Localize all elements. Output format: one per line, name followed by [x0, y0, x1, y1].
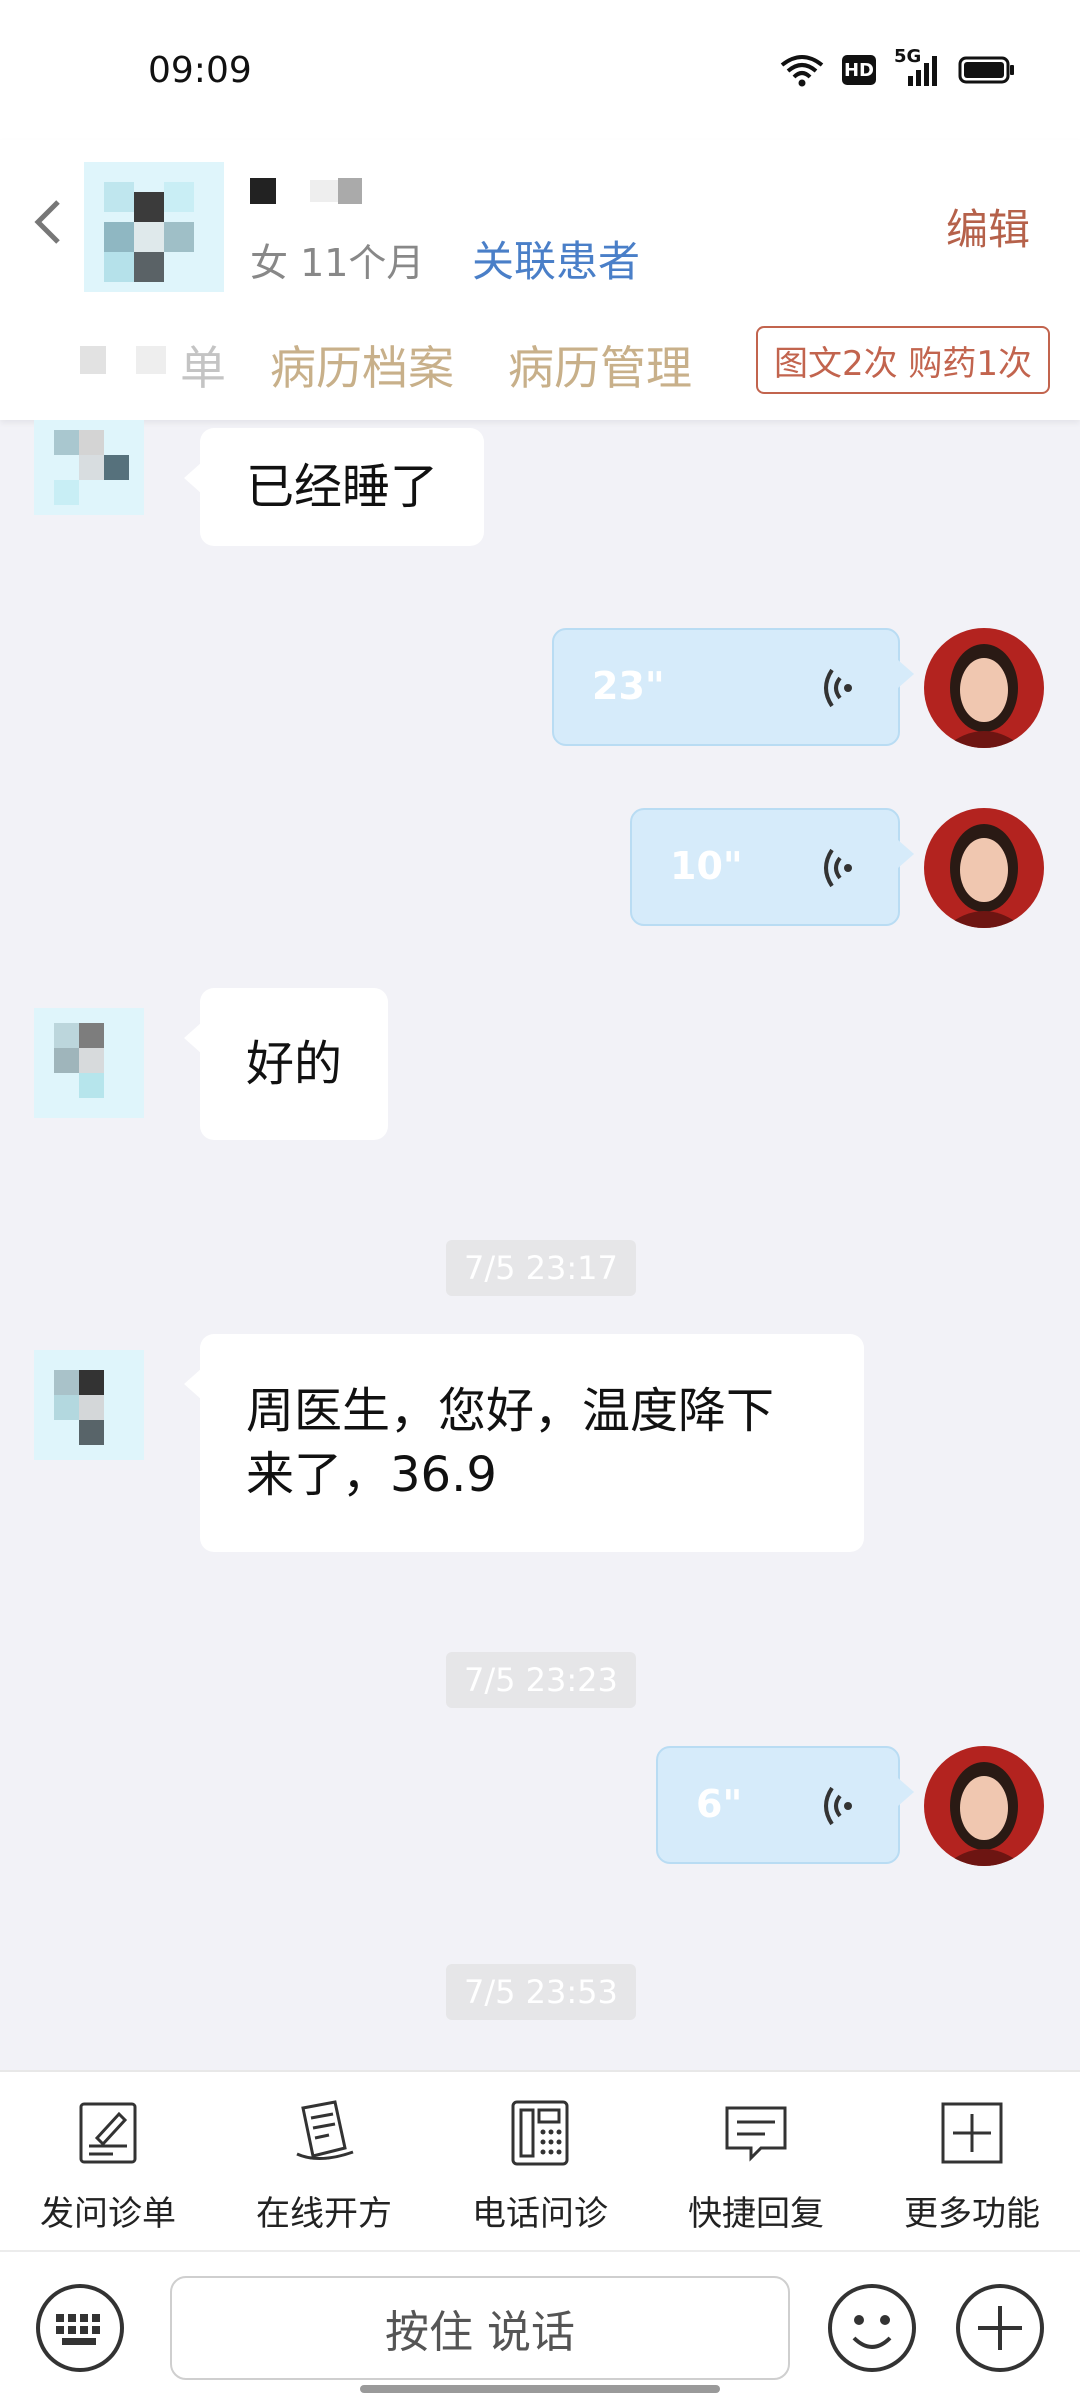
patient-name-redacted	[250, 178, 362, 204]
form-pen-icon	[79, 2102, 137, 2164]
function-toolbar: 发问诊单 在线开方 电话问诊 快捷回复 更多功能	[0, 2070, 1080, 2250]
input-bar: 按住 说话	[0, 2250, 1080, 2400]
doctor-avatar[interactable]	[924, 628, 1044, 748]
status-icons: HD 5G	[780, 46, 1016, 88]
message-bubble[interactable]: 已经睡了	[183, 428, 485, 546]
tool-label: 快捷回复	[688, 2194, 824, 2234]
status-bar: 09:09 HD 5G	[0, 0, 1080, 140]
quota-badge: 图文2次 购药1次	[756, 326, 1050, 394]
doctor-avatar[interactable]	[924, 1746, 1044, 1866]
tab-medical-management[interactable]: 病历管理	[508, 332, 692, 398]
prescription-icon	[296, 2100, 354, 2160]
voice-message-bubble[interactable]: 6"	[656, 1746, 914, 1864]
chat-area[interactable]: 已经睡了 23" 10" 好的 7/5 23:17 周医生，您好，温度降下来了，…	[0, 420, 1080, 2070]
message-bubble[interactable]: 好的	[183, 988, 389, 1140]
chat-header: 女 11个月 关联患者 编辑 单 病历档案 病历管理 图文2次 购药1次	[0, 140, 1080, 420]
voice-duration: 6"	[696, 1782, 743, 1826]
tool-label: 在线开方	[256, 2194, 392, 2234]
plus-circle-icon[interactable]	[954, 2282, 1046, 2374]
voice-duration: 10"	[670, 844, 743, 888]
plus-box-icon	[941, 2102, 1003, 2164]
relate-patient-link[interactable]: 关联患者	[472, 228, 640, 289]
tool-label: 更多功能	[904, 2194, 1040, 2234]
patient-gender-age: 女 11个月	[250, 241, 425, 285]
wifi-icon	[780, 55, 824, 87]
online-prescription-button[interactable]: 在线开方	[224, 2098, 424, 2238]
doctor-avatar[interactable]	[924, 808, 1044, 928]
voice-wave-icon	[824, 668, 852, 708]
hold-to-talk-button[interactable]: 按住 说话	[170, 2276, 790, 2380]
battery-icon	[958, 56, 1014, 84]
back-arrow-icon[interactable]	[28, 192, 68, 252]
patient-message-avatar[interactable]	[24, 998, 154, 1128]
tab-redacted	[80, 346, 166, 374]
timestamp-divider: 7/5 23:23	[446, 1652, 636, 1708]
tool-label: 发问诊单	[40, 2194, 176, 2234]
patient-message-avatar[interactable]	[24, 420, 154, 530]
timestamp-divider: 7/5 23:53	[446, 1964, 636, 2020]
voice-message-bubble[interactable]: 10"	[630, 808, 914, 926]
keyboard-icon[interactable]	[34, 2282, 126, 2374]
send-questionnaire-button[interactable]: 发问诊单	[8, 2098, 208, 2238]
voice-wave-icon	[824, 1786, 852, 1826]
voice-message-bubble[interactable]: 23"	[552, 628, 914, 746]
tab-medical-archive[interactable]: 病历档案	[270, 332, 454, 398]
quick-reply-button[interactable]: 快捷回复	[656, 2098, 856, 2238]
chat-bubble-icon	[725, 2106, 787, 2162]
home-indicator	[360, 2385, 720, 2393]
timestamp-divider: 7/5 23:17	[446, 1240, 636, 1296]
signal-icon: 5G	[894, 46, 940, 88]
voice-duration: 23"	[592, 664, 665, 708]
more-functions-button[interactable]: 更多功能	[872, 2098, 1072, 2238]
emoji-icon[interactable]	[826, 2282, 918, 2374]
patient-avatar[interactable]	[84, 152, 224, 302]
tab-orders[interactable]: 单	[180, 332, 226, 398]
status-time: 09:09	[148, 50, 252, 91]
message-bubble[interactable]: 周医生，您好，温度降下来了，36.9	[184, 1334, 864, 1552]
phone-icon	[511, 2100, 569, 2166]
tool-label: 电话问诊	[472, 2194, 608, 2234]
voice-wave-icon	[824, 848, 852, 888]
hd-icon: HD	[842, 55, 876, 85]
phone-consult-button[interactable]: 电话问诊	[440, 2098, 640, 2238]
edit-button[interactable]: 编辑	[946, 196, 1030, 257]
patient-message-avatar[interactable]	[24, 1340, 154, 1470]
